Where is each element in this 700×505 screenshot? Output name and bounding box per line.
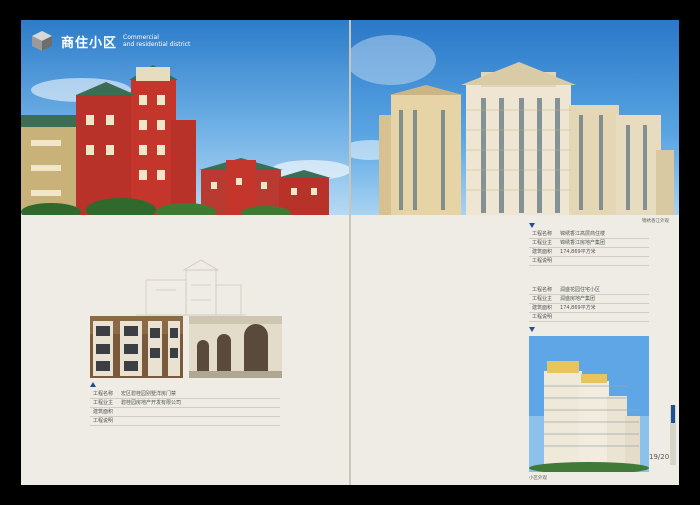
info-row: 工程业主 锦绣香江房地产集团 <box>529 239 649 248</box>
section-title: 商住小区 <box>61 35 118 51</box>
left-project-info: 工程名称 宏区碧桂园别墅洋房门禁 工程业主 碧桂园房地产开发有限公司 建筑面积 工程… <box>90 390 280 426</box>
villa-facade-photo <box>90 316 183 378</box>
left-hero-photo: 商住小区 Commercial and residential district <box>21 20 349 215</box>
section-subtitle: Commercial and residential district <box>123 34 191 48</box>
right-info-marker-1 <box>529 223 535 228</box>
info-row: 工程业主 润盛房地产集团 <box>529 295 649 304</box>
right-project-info-1: 工程名称 锦绣香江高层商住楼 工程业主 锦绣香江房地产集团 建筑面积 174,869平… <box>529 230 649 266</box>
right-project-info-2: 工程名称 润盛花园住宅小区 工程业主 润盛房地产集团 建筑面积 174,869平方米 … <box>529 286 649 322</box>
bottom-photo-caption: 小区外观 <box>529 476 547 481</box>
right-info-marker-2 <box>529 327 535 332</box>
right-hero-photo <box>351 20 679 215</box>
info-row: 工程名称 宏区碧桂园别墅洋房门禁 <box>90 390 280 399</box>
page-number: 19/20 <box>649 453 670 461</box>
left-page: 商住小区 Commercial and residential district <box>21 20 349 485</box>
info-row: 建筑面积 174,869平方米 <box>529 304 649 313</box>
info-row: 工程说明 <box>529 257 649 266</box>
residential-tower-photo <box>529 336 649 472</box>
cube-icon <box>32 31 52 51</box>
right-page: 锦绣香江外观 工程名称 锦绣香江高层商住楼 工程业主 锦绣香江房地产集团 建筑面积 1… <box>351 20 679 485</box>
left-info-marker <box>90 382 96 387</box>
building-sketch <box>136 259 246 316</box>
section-header: 商住小区 Commercial and residential district <box>31 30 190 52</box>
info-row: 工程说明 <box>90 417 280 426</box>
info-row: 工程名称 锦绣香江高层商住楼 <box>529 230 649 239</box>
info-row: 建筑面积 <box>90 408 280 417</box>
info-row: 工程名称 润盛花园住宅小区 <box>529 286 649 295</box>
page-side-tab <box>670 405 676 465</box>
info-row: 工程说明 <box>529 313 649 322</box>
top-photo-caption: 锦绣香江外观 <box>642 219 669 224</box>
arched-entrance-photo <box>189 316 282 378</box>
info-row: 工程业主 碧桂园房地产开发有限公司 <box>90 399 280 408</box>
info-row: 建筑面积 174,869平方米 <box>529 248 649 257</box>
